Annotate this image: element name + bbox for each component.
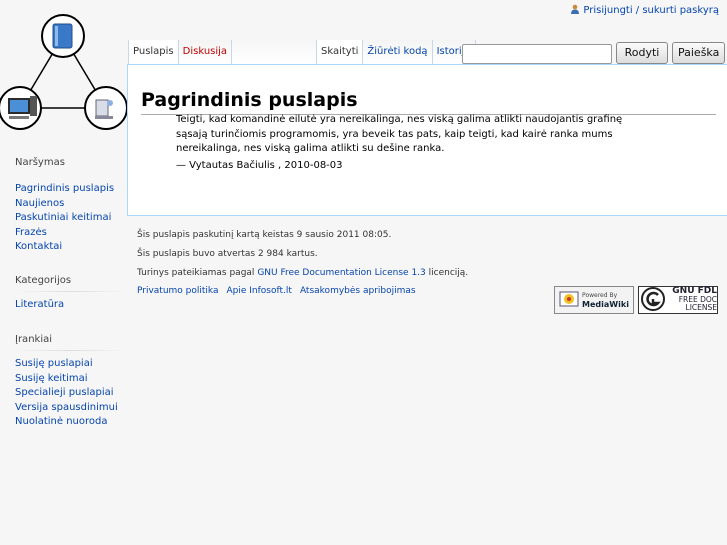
sidebar-item-recent-changes[interactable]: Paskutiniai keitimai <box>15 212 111 223</box>
navigation-heading: Naršymas <box>15 157 65 168</box>
license-link[interactable]: GNU Free Documentation License 1.3 <box>257 268 425 278</box>
tools-heading: Įrankiai <box>15 334 127 351</box>
quote-author: — Vytautas Bačiulis , 2010-08-03 <box>176 160 343 171</box>
go-button[interactable]: Rodyti <box>616 42 668 64</box>
search-button[interactable]: Paieška <box>672 42 725 64</box>
footer-license: Turinys pateikiamas pagal GNU Free Docum… <box>137 267 468 286</box>
footer-links: Privatumo politika Apie Infosoft.lt Atsa… <box>137 286 468 296</box>
search-form: Rodyti Paieška <box>462 42 725 64</box>
namespace-tabs: Puslapis Diskusija <box>128 40 328 64</box>
sidebar-item-permalink[interactable]: Nuolatinė nuoroda <box>15 416 108 427</box>
view-tabs: Skaityti Žiūrėti kodą Istorija <box>316 40 476 64</box>
sidebar-item-main-page[interactable]: Pagrindinis puslapis <box>15 183 114 194</box>
page-title: Pagrindinis puslapis <box>141 89 716 115</box>
sidebar-item-news[interactable]: Naujienos <box>15 198 64 209</box>
sidebar-navigation: Naršymas Pagrindinis puslapis Naujienos … <box>15 157 127 255</box>
sidebar-item-related-changes[interactable]: Susiję keitimai <box>15 373 88 384</box>
gnu-icon <box>641 287 665 313</box>
sidebar-item-special-pages[interactable]: Specialieji puslapiai <box>15 387 114 398</box>
sidebar-item-contacts[interactable]: Kontaktai <box>15 241 62 252</box>
sidebar-categories: Kategorijos Literatūra <box>15 275 127 313</box>
footer-views: Šis puslapis buvo atvertas 2 984 kartus. <box>137 249 318 259</box>
tab-read[interactable]: Skaityti <box>316 40 364 64</box>
sidebar-tools: Įrankiai Susiję puslapiai Susiję keitima… <box>15 334 127 430</box>
login-link[interactable]: Prisijungti / sukurti paskyrą <box>583 5 719 16</box>
personal-tools: Prisijungti / sukurti paskyrą <box>570 4 719 16</box>
footer-icons: Powered By MediaWiki GNU FDL FREE DOC LI… <box>554 286 718 314</box>
tab-filler <box>232 40 328 64</box>
mediawiki-badge[interactable]: Powered By MediaWiki <box>554 286 634 314</box>
tab-view-source[interactable]: Žiūrėti kodą <box>363 40 433 64</box>
gfdl-badge[interactable]: GNU FDL FREE DOC LICENSE <box>638 286 718 314</box>
footer: Šis puslapis paskutinį kartą keistas 9 s… <box>137 229 468 296</box>
mediawiki-flower-icon <box>559 290 579 310</box>
mediawiki-badge-bottom: MediaWiki <box>582 300 629 309</box>
user-icon <box>570 4 580 14</box>
content-area: Pagrindinis puslapis Teigti, kad komandi… <box>127 64 727 216</box>
footer-link-disclaimer[interactable]: Atsakomybės apribojimas <box>300 286 416 296</box>
tab-page[interactable]: Puslapis <box>128 40 179 64</box>
footer-link-about[interactable]: Apie Infosoft.lt <box>227 286 292 296</box>
sidebar-item-phrases[interactable]: Frazės <box>15 227 47 238</box>
gfdl-line-3: LICENSE <box>685 303 717 313</box>
mediawiki-badge-top: Powered By <box>582 292 618 299</box>
quote-text: Teigti, kad komandinė eilutė yra nereika… <box>176 114 623 154</box>
sidebar-item-related-pages[interactable]: Susiję puslapiai <box>15 358 93 369</box>
tab-discussion[interactable]: Diskusija <box>178 40 233 64</box>
sidebar-item-printable[interactable]: Versija spausdinimui <box>15 402 118 413</box>
sidebar-item-literature[interactable]: Literatūra <box>15 299 64 310</box>
search-input[interactable] <box>462 44 612 64</box>
license-prefix: Turinys pateikiamas pagal <box>137 268 255 278</box>
footer-last-modified: Šis puslapis paskutinį kartą keistas 9 s… <box>137 230 392 240</box>
license-suffix: licenciją. <box>428 268 469 278</box>
categories-heading: Kategorijos <box>15 275 127 292</box>
footer-link-privacy[interactable]: Privatumo politika <box>137 286 219 296</box>
site-logo[interactable] <box>0 12 128 134</box>
